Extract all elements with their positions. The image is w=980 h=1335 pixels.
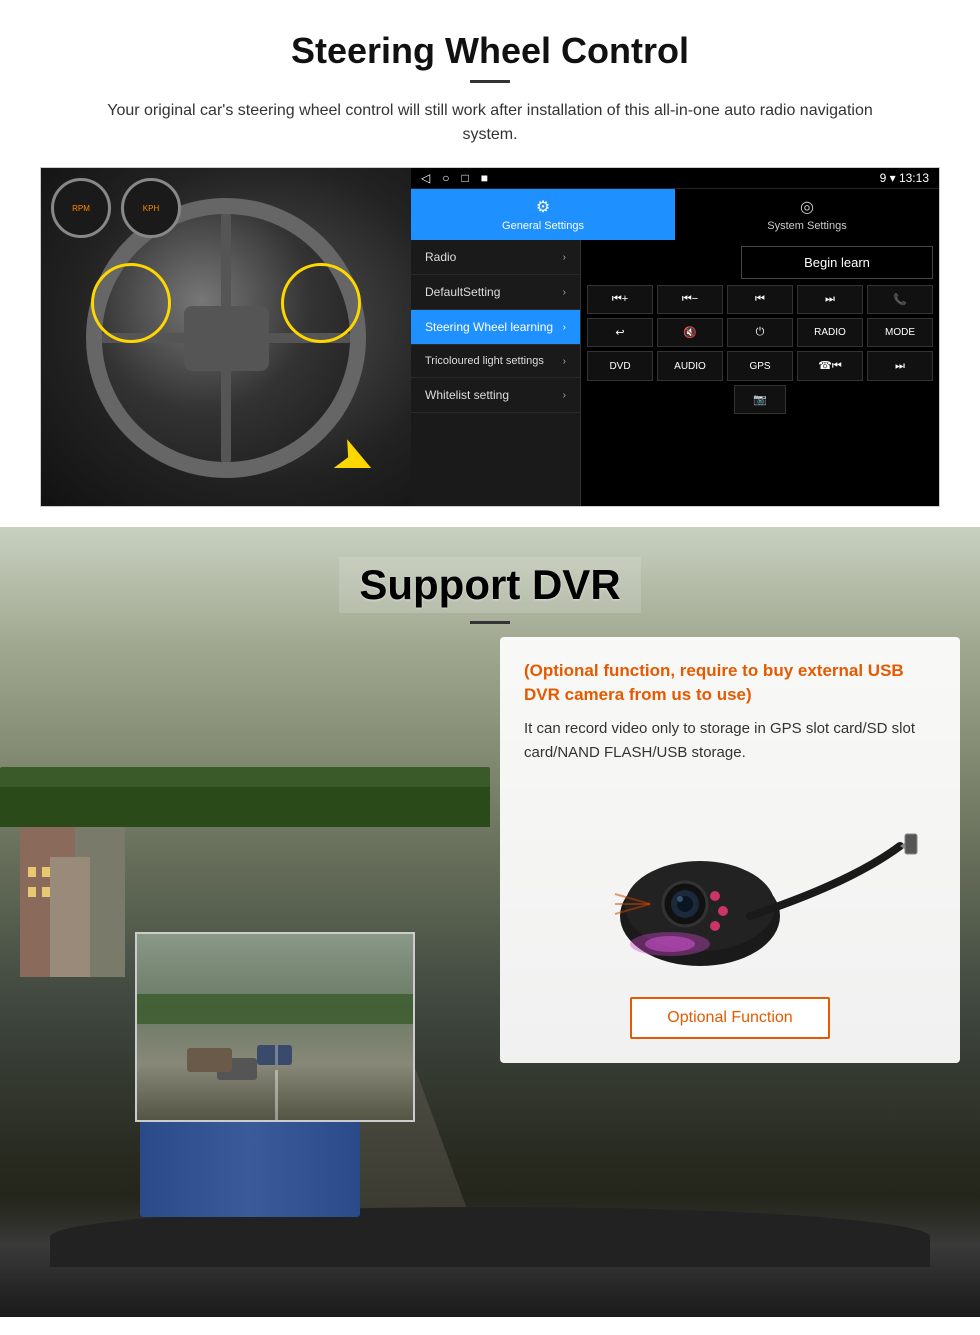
hedge-base <box>0 787 490 827</box>
btn-prev[interactable]: ⏮ <box>727 285 793 314</box>
begin-learn-row: Begin learn <box>587 246 933 279</box>
dvr-camera-illustration <box>524 781 936 981</box>
dvr-title-block: Support DVR <box>0 527 980 624</box>
home-icon[interactable]: ○ <box>442 171 449 185</box>
chevron-icon: › <box>563 390 566 401</box>
android-tabs: ⚙ General Settings ◎ System Settings <box>411 189 939 240</box>
wheel-hub <box>184 306 269 371</box>
tab-general-settings[interactable]: ⚙ General Settings <box>411 189 675 240</box>
dvr-desc-text: It can record video only to storage in G… <box>524 717 936 765</box>
statusbar-time: 9 ▾ 13:13 <box>880 171 929 185</box>
btn-mute[interactable]: 🔇 <box>657 318 723 347</box>
btn-power[interactable]: ⏻ <box>727 318 793 347</box>
menu-item-default-setting[interactable]: DefaultSetting › <box>411 275 580 310</box>
menu-item-steering-wheel[interactable]: Steering Wheel learning › <box>411 310 580 345</box>
gear-icon: ⚙ <box>536 197 550 217</box>
begin-learn-button[interactable]: Begin learn <box>741 246 933 279</box>
back-icon[interactable]: ◁ <box>421 171 430 185</box>
android-content-panel: Begin learn ⏮+ ⏮− ⏮ ⏭ 📞 ↩ 🔇 ⏻ <box>581 240 939 506</box>
btn-radio[interactable]: RADIO <box>797 318 863 347</box>
chevron-icon: › <box>563 356 566 367</box>
system-icon: ◎ <box>800 197 814 217</box>
button-grid-row2: ↩ 🔇 ⏻ RADIO MODE <box>587 318 933 347</box>
menu-item-radio[interactable]: Radio › <box>411 240 580 275</box>
steering-demo: ➤ RPM KPH ◁ ○ □ ■ 9 ▾ 13:13 <box>40 167 940 507</box>
chevron-icon: › <box>563 322 566 333</box>
steering-wheel-section: Steering Wheel Control Your original car… <box>0 0 980 527</box>
steering-wheel-image: ➤ RPM KPH <box>41 168 411 507</box>
menu-icon[interactable]: ■ <box>481 171 488 185</box>
btn-next[interactable]: ⏭ <box>797 285 863 314</box>
btn-phone-next[interactable]: ⏭ <box>867 351 933 381</box>
btn-camera[interactable]: 📷 <box>734 385 786 414</box>
yellow-circle-right <box>281 263 361 343</box>
optional-function-button[interactable]: Optional Function <box>630 997 830 1039</box>
tab-general-label: General Settings <box>502 220 584 232</box>
android-ui-panel: ◁ ○ □ ■ 9 ▾ 13:13 ⚙ General Settings ◎ S… <box>411 168 939 506</box>
android-body: Radio › DefaultSetting › Steering Wheel … <box>411 240 939 506</box>
dvr-section: Support DVR (Optional function, require … <box>0 527 980 1317</box>
android-menu: Radio › DefaultSetting › Steering Wheel … <box>411 240 581 506</box>
btn-hangup[interactable]: ↩ <box>587 318 653 347</box>
btn-vol-up[interactable]: ⏮+ <box>587 285 653 314</box>
tab-system-label: System Settings <box>767 220 846 232</box>
dvr-title-divider <box>470 621 510 624</box>
button-grid-row4: 📷 <box>587 385 933 414</box>
chevron-icon: › <box>563 252 566 263</box>
btn-vol-down[interactable]: ⏮− <box>657 285 723 314</box>
menu-item-tricolour[interactable]: Tricoloured light settings › <box>411 345 580 378</box>
title-divider <box>470 80 510 83</box>
yellow-circle-left <box>91 263 171 343</box>
dvr-info-card: (Optional function, require to buy exter… <box>500 637 960 1063</box>
section-subtitle: Your original car's steering wheel contr… <box>80 99 900 147</box>
tab-system-settings[interactable]: ◎ System Settings <box>675 189 939 240</box>
page-title: Steering Wheel Control <box>40 30 940 72</box>
btn-gps[interactable]: GPS <box>727 351 793 381</box>
dvr-small-feed <box>135 932 415 1122</box>
dvr-feed-inner <box>137 934 413 1120</box>
btn-mode[interactable]: MODE <box>867 318 933 347</box>
dvr-optional-text: (Optional function, require to buy exter… <box>524 659 936 707</box>
button-grid-row1: ⏮+ ⏮− ⏮ ⏭ 📞 <box>587 285 933 314</box>
btn-phone[interactable]: 📞 <box>867 285 933 314</box>
steering-wheel-bg: ➤ RPM KPH <box>41 168 411 507</box>
statusbar-nav-icons: ◁ ○ □ ■ <box>421 171 488 185</box>
chevron-icon: › <box>563 287 566 298</box>
recents-icon[interactable]: □ <box>461 171 468 185</box>
yellow-arrow-icon: ➤ <box>324 424 386 494</box>
instrument-cluster: RPM KPH <box>51 178 181 238</box>
dvr-section-title: Support DVR <box>339 557 640 613</box>
btn-phone-prev[interactable]: ☎⏮ <box>797 351 863 381</box>
dvr-camera-svg <box>540 786 920 976</box>
button-grid-row3: DVD AUDIO GPS ☎⏮ ⏭ <box>587 351 933 381</box>
btn-dvd[interactable]: DVD <box>587 351 653 381</box>
menu-item-whitelist[interactable]: Whitelist setting › <box>411 378 580 413</box>
android-statusbar: ◁ ○ □ ■ 9 ▾ 13:13 <box>411 168 939 189</box>
btn-audio[interactable]: AUDIO <box>657 351 723 381</box>
